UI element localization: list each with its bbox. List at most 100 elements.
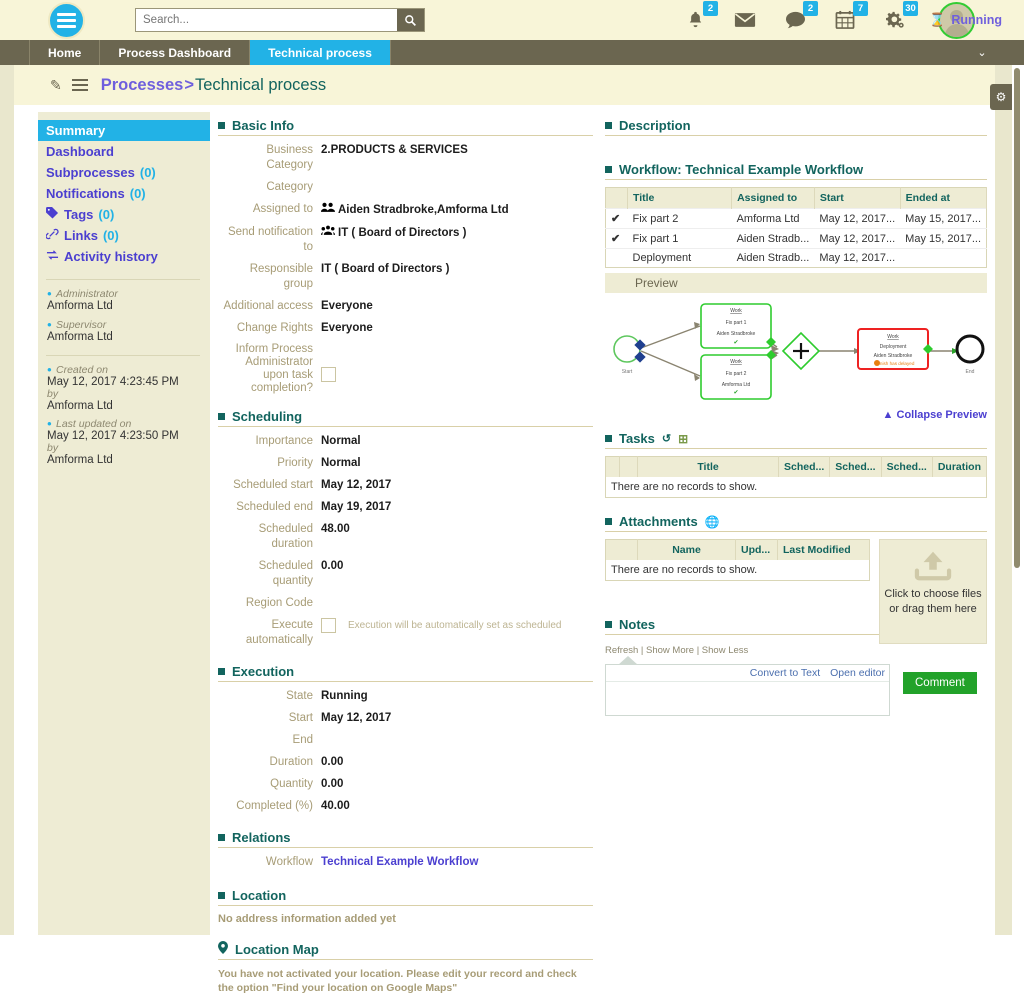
users-icon (321, 202, 335, 218)
field-end: End (218, 733, 593, 748)
bell-icon[interactable]: 2 (680, 1, 718, 34)
convert-to-text-link[interactable]: Convert to Text (750, 667, 820, 679)
settings-badge: 30 (903, 1, 918, 16)
updated-by-value: Amforma Ltd (47, 454, 113, 466)
section-basic-info: Basic Info (218, 118, 593, 133)
section-execution: Execution (218, 664, 593, 679)
field-scheduled-duration: Scheduled duration 48.00 (218, 522, 593, 552)
row-start: May 12, 2017... (814, 248, 901, 268)
col-sched-2: Sched... (829, 456, 882, 477)
right-strip (995, 65, 1012, 935)
col-blank (605, 539, 638, 560)
section-title: Attachments (619, 514, 698, 529)
calendar-icon[interactable]: 7 (830, 1, 868, 34)
field-importance: Importance Normal (218, 434, 593, 449)
field-value: May 12, 2017 (321, 712, 392, 724)
add-task-icon[interactable]: ⊞ (678, 432, 688, 446)
sidebar-item-dashboard[interactable]: Dashboard (38, 141, 210, 162)
field-label: Category (266, 181, 313, 193)
section-bullet-icon (605, 122, 612, 129)
col-name: Name (637, 539, 736, 560)
field-label: Execute automatically (245, 619, 313, 646)
svg-text:Work: Work (730, 308, 742, 314)
nav-item-home[interactable]: Home (30, 40, 101, 65)
edit-pencil-icon[interactable]: ✎ (50, 77, 62, 94)
collapse-preview-button[interactable]: ▲ Collapse Preview (605, 409, 987, 421)
page-scrollbar[interactable] (1014, 68, 1020, 568)
execute-automatically-checkbox[interactable] (321, 618, 336, 633)
sidebar-item-summary[interactable]: Summary (38, 120, 210, 141)
section-bullet-icon (605, 621, 612, 628)
globe-icon[interactable]: 🌐 (705, 515, 720, 529)
section-rule (605, 531, 987, 532)
breadcrumb-processes-link[interactable]: Processes (101, 76, 184, 95)
sidebar-item-count: (0) (102, 228, 119, 243)
svg-text:Fix part 2: Fix part 2 (726, 371, 747, 377)
field-label: Responsible group (249, 263, 313, 290)
field-quantity: Quantity 0.00 (218, 777, 593, 792)
notification-icons: 2 2 7 30 (680, 1, 918, 34)
field-value: IT ( Board of Directors ) (321, 263, 450, 275)
link-icon (45, 228, 59, 243)
table-row[interactable]: ✔ Fix part 1 Aiden Stradb... May 12, 201… (605, 228, 987, 249)
sidebar-divider (46, 279, 200, 280)
status-badge[interactable]: ⌛ Running (929, 12, 1002, 28)
field-execute-automatically: Execute automatically Execution will be … (218, 618, 593, 648)
field-label: Workflow (265, 856, 313, 868)
mail-icon[interactable] (730, 4, 760, 34)
svg-text:Aiden Stradbroke: Aiden Stradbroke (717, 331, 756, 337)
sidebar-item-activity-history[interactable]: Activity history (38, 246, 210, 267)
sidebar-item-tags[interactable]: Tags (0) (38, 204, 210, 225)
row-ended (900, 248, 987, 268)
svg-text:Deployment: Deployment (880, 344, 907, 350)
file-dropzone[interactable]: Click to choose files or drag them here (879, 539, 987, 644)
search-button[interactable] (397, 9, 424, 31)
field-value: 0.00 (321, 756, 344, 768)
settings-tab-icon[interactable]: ⚙ (990, 84, 1012, 110)
comment-button[interactable]: Comment (903, 672, 977, 694)
sidebar-item-links[interactable]: Links (0) (38, 225, 210, 246)
history-icon (46, 249, 59, 264)
col-start: Start (814, 187, 901, 209)
field-label: Scheduled duration (258, 523, 313, 550)
section-bullet-icon (605, 518, 612, 525)
table-row[interactable]: Deployment Aiden Stradb... May 12, 2017.… (605, 248, 987, 268)
composer-arrow (618, 656, 638, 665)
section-title: Location (232, 888, 287, 903)
sidebar-item-subprocesses[interactable]: Subprocesses (0) (38, 162, 210, 183)
nav-item-technical-process[interactable]: Technical process (250, 40, 391, 65)
svg-text:Aiden Stradbroke: Aiden Stradbroke (874, 353, 913, 359)
gear-icon[interactable]: 30 (880, 1, 918, 34)
search-box[interactable] (135, 8, 425, 32)
nav-item-process-dashboard[interactable]: Process Dashboard (100, 40, 251, 65)
inform-admin-checkbox[interactable] (321, 367, 336, 382)
refresh-icon[interactable]: ↺ (662, 432, 671, 445)
menu-hamburger-icon[interactable] (71, 78, 88, 92)
field-label: Completed (%) (236, 800, 313, 812)
note-composer[interactable]: Convert to Text Open editor (605, 656, 890, 716)
record-sidebar: Summary Dashboard Subprocesses (0) Notifi… (38, 112, 210, 935)
execute-automatically-hint: Execution will be automatically set as s… (348, 620, 562, 631)
field-label: Scheduled end (236, 501, 313, 513)
search-input[interactable] (136, 9, 397, 31)
section-bullet-icon (218, 668, 225, 675)
table-row[interactable]: ✔ Fix part 2 Amforma Ltd May 12, 2017...… (605, 208, 987, 229)
note-input[interactable] (606, 682, 889, 710)
chat-icon[interactable]: 2 (780, 1, 818, 34)
open-editor-link[interactable]: Open editor (830, 667, 885, 679)
workflow-link[interactable]: Technical Example Workflow (321, 855, 593, 870)
notes-action-links[interactable]: Refresh | Show More | Show Less (605, 645, 987, 656)
field-label: Region Code (245, 597, 313, 609)
field-scheduled-quantity: Scheduled quantity 0.00 (218, 559, 593, 589)
workflow-diagram[interactable]: Start Work Fix part 1 Aiden Stradbroke ✔… (605, 293, 987, 403)
svg-text:Work: Work (887, 334, 899, 340)
sidebar-item-notifications[interactable]: Notifications (0) (38, 183, 210, 204)
upload-icon (912, 548, 954, 587)
section-bullet-icon (605, 435, 612, 442)
sidebar-item-label: Links (64, 228, 98, 243)
row-title: Fix part 2 (627, 208, 732, 229)
app-logo[interactable] (48, 2, 85, 39)
field-value: Running (321, 690, 368, 702)
chevron-down-icon[interactable]: ⌄ (970, 40, 994, 65)
field-value: Normal (321, 457, 361, 469)
